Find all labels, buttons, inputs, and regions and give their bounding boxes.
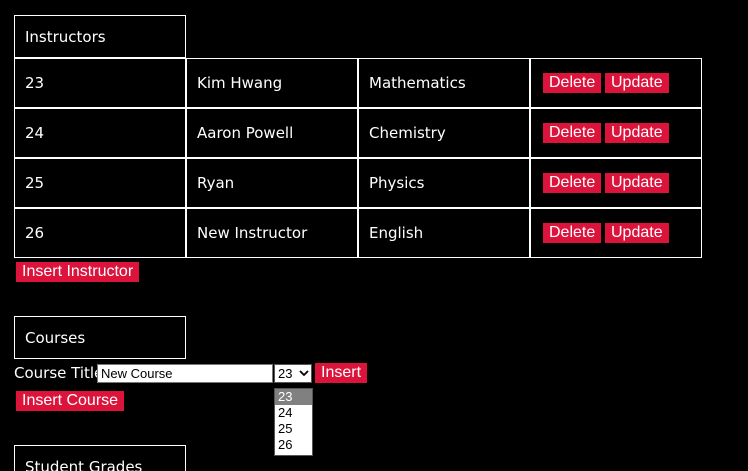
update-button[interactable]: Update	[605, 173, 669, 193]
courses-heading-text: Courses	[25, 328, 86, 347]
table-row: 23	[14, 58, 186, 108]
insert-button[interactable]: Insert	[315, 363, 368, 383]
table-cell-subject: Chemistry	[358, 108, 530, 158]
table-cell-subject: Mathematics	[358, 58, 530, 108]
dropdown-option[interactable]: 25	[275, 421, 312, 437]
student-grades-heading-text: Student Grades	[25, 458, 143, 471]
instructor-id: 25	[25, 174, 45, 192]
table-cell-subject: English	[358, 208, 530, 258]
instructor-id: 23	[25, 74, 45, 92]
table-row: 26	[14, 208, 186, 258]
instructor-name: Aaron Powell	[197, 124, 294, 142]
instructor-name: New Instructor	[197, 224, 308, 242]
course-title-input[interactable]: New Course	[97, 364, 273, 383]
update-button[interactable]: Update	[605, 223, 669, 243]
table-cell-subject: Physics	[358, 158, 530, 208]
delete-button[interactable]: Delete	[543, 173, 602, 193]
course-title-label: Course Title	[14, 364, 104, 382]
insert-instructor-button[interactable]: Insert Instructor	[16, 262, 140, 282]
course-title-value: New Course	[101, 366, 173, 381]
chevron-down-icon	[299, 365, 309, 388]
instructor-subject: Physics	[369, 174, 425, 192]
student-grades-heading: Student Grades	[14, 445, 186, 471]
table-cell-name: New Instructor	[186, 208, 358, 258]
courses-heading: Courses	[14, 316, 186, 359]
instructor-subject: Mathematics	[369, 74, 466, 92]
delete-button[interactable]: Delete	[543, 123, 602, 143]
dropdown-option[interactable]: 23	[275, 389, 312, 405]
dropdown-option[interactable]: 24	[275, 405, 312, 421]
delete-button[interactable]: Delete	[543, 223, 602, 243]
table-cell-name: Aaron Powell	[186, 108, 358, 158]
table-row: 25	[14, 158, 186, 208]
table-cell-name: Ryan	[186, 158, 358, 208]
instructor-select[interactable]: 23	[274, 364, 312, 383]
instructor-name: Ryan	[197, 174, 235, 192]
insert-course-button[interactable]: Insert Course	[16, 391, 125, 411]
instructor-id: 26	[25, 224, 45, 242]
instructor-id: 24	[25, 124, 45, 142]
update-button[interactable]: Update	[605, 73, 669, 93]
table-cell-name: Kim Hwang	[186, 58, 358, 108]
instructor-select-value: 23	[278, 366, 293, 381]
table-row: 24	[14, 108, 186, 158]
update-button[interactable]: Update	[605, 123, 669, 143]
delete-button[interactable]: Delete	[543, 73, 602, 93]
instructor-subject: Chemistry	[369, 124, 446, 142]
instructors-heading-text: Instructors	[25, 27, 106, 46]
instructor-name: Kim Hwang	[197, 74, 283, 92]
instructors-heading: Instructors	[14, 15, 186, 58]
instructor-subject: English	[369, 224, 424, 242]
instructor-dropdown-list: 23 24 25 26	[274, 388, 313, 456]
dropdown-option[interactable]: 26	[275, 437, 312, 453]
